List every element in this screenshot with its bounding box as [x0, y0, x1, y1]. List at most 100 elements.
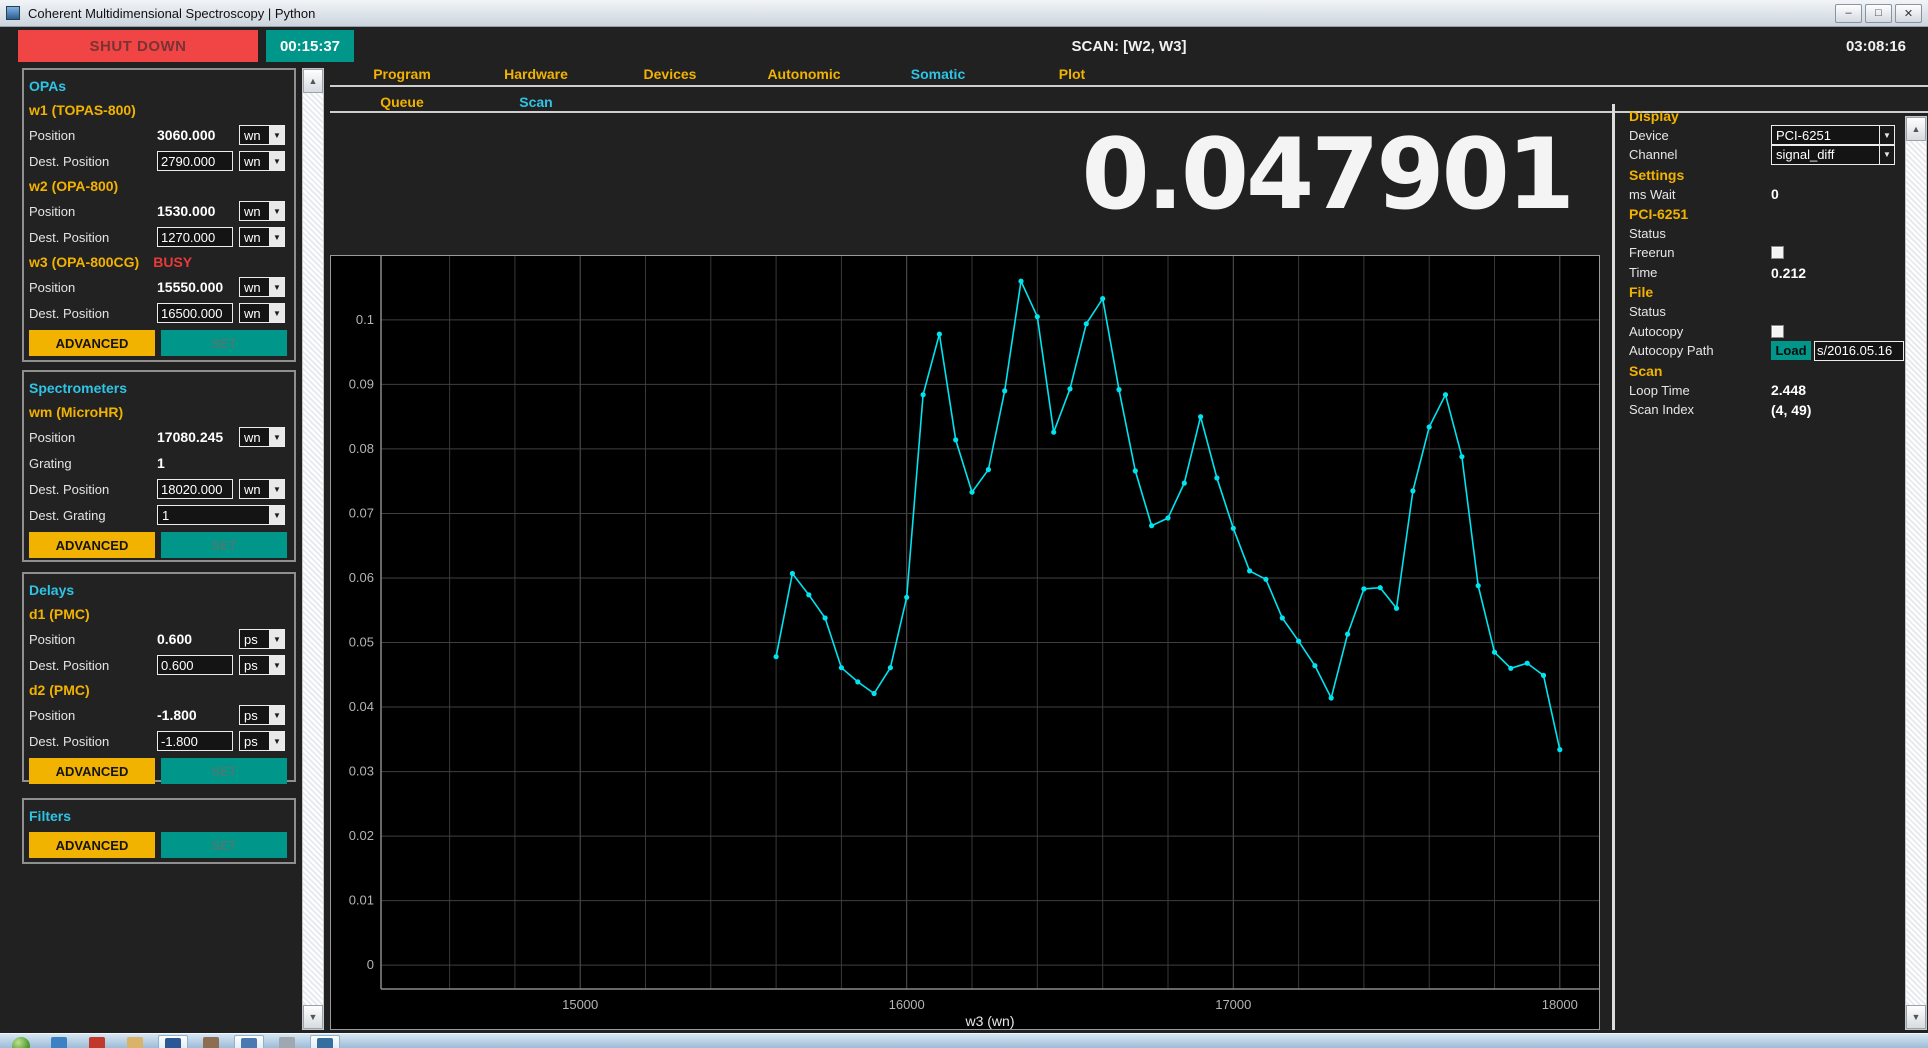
tab-autonomic[interactable]: Autonomic	[737, 66, 871, 82]
channel-label: Channel	[1629, 147, 1771, 162]
autocopy-path-label: Autocopy Path	[1629, 343, 1771, 358]
svg-text:0.05: 0.05	[349, 635, 374, 650]
start-button-glyph	[12, 1037, 30, 1048]
autocopy-path-input[interactable]	[1814, 341, 1904, 361]
minimize-button[interactable]: –	[1835, 4, 1862, 23]
tab-hardware[interactable]: Hardware	[469, 66, 603, 82]
svg-text:0.08: 0.08	[349, 441, 374, 456]
start-button-icon[interactable]	[6, 1035, 36, 1048]
spectrometers-advanced-button[interactable]: ADVANCED	[29, 532, 155, 558]
image-viewer-glyph	[203, 1037, 219, 1048]
folder-icon[interactable]	[120, 1035, 150, 1048]
wm-dest-position-input[interactable]	[157, 479, 233, 499]
w1-dest-units-select[interactable]: wn▼	[239, 151, 285, 171]
d2-dest-position-input[interactable]	[157, 731, 233, 751]
tab-program[interactable]: Program	[335, 66, 469, 82]
scroll-up-icon[interactable]: ▲	[303, 69, 323, 93]
tab-somatic[interactable]: Somatic	[871, 66, 1005, 82]
w2-dest-position-input[interactable]	[157, 227, 233, 247]
wm-dest-grating-select[interactable]: 1▼	[157, 505, 285, 525]
scan-plot[interactable]: 00.010.020.030.040.050.060.070.080.090.1…	[331, 256, 1599, 1029]
chevron-down-icon: ▼	[269, 630, 284, 648]
position-label: Position	[29, 204, 157, 219]
live-signal-readout: 0.047901	[700, 126, 1572, 224]
pci6251-section-title: PCI-6251	[1629, 206, 1688, 222]
filters-set-button[interactable]: SET	[161, 832, 287, 858]
editor-app-icon[interactable]	[234, 1035, 264, 1048]
loop-time-label: Loop Time	[1629, 383, 1771, 398]
wm-dest-units-select[interactable]: wn▼	[239, 479, 285, 499]
svg-text:w3 (wn): w3 (wn)	[964, 1013, 1014, 1029]
shutdown-button[interactable]: SHUT DOWN	[18, 30, 258, 62]
scan-index-label: Scan Index	[1629, 402, 1771, 417]
svg-text:16000: 16000	[889, 997, 925, 1012]
primary-tab-bar: Program Hardware Devices Autonomic Somat…	[335, 66, 1139, 82]
tab-plot[interactable]: Plot	[1005, 66, 1139, 82]
scroll-down-icon[interactable]: ▼	[303, 1005, 323, 1029]
w2-dest-units-select[interactable]: wn▼	[239, 227, 285, 247]
ms-wait-row: ms Wait 0	[1629, 184, 1905, 204]
delays-advanced-button[interactable]: ADVANCED	[29, 758, 155, 784]
device-row: Device PCI-6251▼	[1629, 126, 1905, 146]
d2-dest-units-select[interactable]: ps▼	[239, 731, 285, 751]
file-section-title: File	[1629, 284, 1653, 300]
image-viewer-icon[interactable]	[196, 1035, 226, 1048]
svg-text:0.1: 0.1	[356, 312, 374, 327]
tab-queue[interactable]: Queue	[335, 94, 469, 110]
dest-position-label: Dest. Position	[29, 230, 157, 245]
windows-taskbar[interactable]	[0, 1033, 1928, 1048]
spectrometers-title: Spectrometers	[29, 376, 289, 400]
tab-scan[interactable]: Scan	[469, 94, 603, 110]
position-label: Position	[29, 128, 157, 143]
load-button[interactable]: Load	[1771, 341, 1811, 360]
opas-set-button[interactable]: SET	[161, 330, 287, 356]
chevron-down-icon: ▼	[269, 656, 284, 674]
left-panel-scrollbar[interactable]: ▲ ▼	[302, 68, 324, 1030]
scroll-up-icon[interactable]: ▲	[1906, 117, 1926, 141]
scroll-down-icon[interactable]: ▼	[1906, 1005, 1926, 1029]
tab-devices[interactable]: Devices	[603, 66, 737, 82]
w1-name: w1 (TOPAS-800)	[29, 98, 136, 122]
office-app-icon[interactable]	[158, 1035, 188, 1048]
close-button[interactable]: ✕	[1895, 4, 1922, 23]
maximize-button[interactable]: □	[1865, 4, 1892, 23]
python-app-icon[interactable]	[310, 1035, 340, 1048]
autocopy-checkbox[interactable]	[1771, 325, 1784, 338]
opas-advanced-button[interactable]: ADVANCED	[29, 330, 155, 356]
spectrometers-set-button[interactable]: SET	[161, 532, 287, 558]
d1-dest-position-input[interactable]	[157, 655, 233, 675]
device-select[interactable]: PCI-6251▼	[1771, 125, 1895, 145]
filters-advanced-button[interactable]: ADVANCED	[29, 832, 155, 858]
d1-dest-units-select[interactable]: ps▼	[239, 655, 285, 675]
dest-position-label: Dest. Position	[29, 658, 157, 673]
w3-units-select[interactable]: wn▼	[239, 277, 285, 297]
d2-units-select[interactable]: ps▼	[239, 705, 285, 725]
terminal-icon[interactable]	[272, 1035, 302, 1048]
autocopy-label: Autocopy	[1629, 324, 1771, 339]
wm-units-select[interactable]: wn▼	[239, 427, 285, 447]
w3-dest-units-select[interactable]: wn▼	[239, 303, 285, 323]
freerun-checkbox[interactable]	[1771, 246, 1784, 259]
w1-units-select[interactable]: wn▼	[239, 125, 285, 145]
right-panel-scrollbar[interactable]: ▲ ▼	[1905, 116, 1927, 1030]
delays-set-button[interactable]: SET	[161, 758, 287, 784]
scan-chart: 00.010.020.030.040.050.060.070.080.090.1…	[330, 255, 1600, 1030]
d1-position-value: 0.600	[157, 631, 192, 647]
svg-text:0.04: 0.04	[349, 699, 374, 714]
d2-dest-row: Dest. Position ps▼	[29, 728, 289, 754]
d1-units-select[interactable]: ps▼	[239, 629, 285, 649]
w3-dest-position-input[interactable]	[157, 303, 233, 323]
d1-name: d1 (PMC)	[29, 602, 90, 626]
media-app-icon[interactable]	[82, 1035, 112, 1048]
scan-plot-mount: 00.010.020.030.040.050.060.070.080.090.1…	[331, 256, 1599, 1034]
w1-dest-position-input[interactable]	[157, 151, 233, 171]
status-label: Status	[1629, 226, 1771, 241]
w2-position-value: 1530.000	[157, 203, 215, 219]
w2-position-row: Position 1530.000 wn▼	[29, 198, 289, 224]
channel-select[interactable]: signal_diff▼	[1771, 145, 1895, 165]
w2-units-select[interactable]: wn▼	[239, 201, 285, 221]
d1-position-row: Position 0.600 ps▼	[29, 626, 289, 652]
delays-title: Delays	[29, 578, 289, 602]
scan-status: SCAN: [W2, W3]	[330, 30, 1928, 62]
internet-explorer-icon[interactable]	[44, 1035, 74, 1048]
